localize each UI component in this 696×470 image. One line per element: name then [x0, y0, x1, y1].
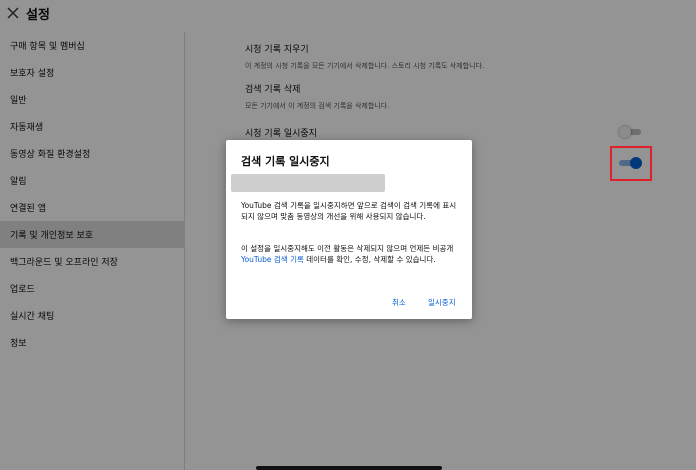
highlight-box [610, 146, 652, 181]
redacted-account-bar [231, 174, 385, 192]
home-indicator [256, 466, 442, 470]
search-history-link[interactable]: YouTube 검색 기록 [241, 255, 304, 264]
dialog-body-text-before: 이 설정을 일시중지해도 이전 활동은 삭제되지 않으며 언제든 비공개 [241, 244, 454, 253]
dialog-body-text-2: 이 설정을 일시중지해도 이전 활동은 삭제되지 않으며 언제든 비공개 You… [241, 243, 463, 265]
pause-search-history-dialog: 검색 기록 일시중지 YouTube 검색 기록을 일시중지하면 앞으로 검색이… [226, 140, 472, 319]
dialog-body-text-after: 데이터를 확인, 수정, 삭제할 수 있습니다. [303, 255, 436, 264]
dialog-title: 검색 기록 일시중지 [241, 155, 330, 168]
pause-button[interactable]: 일시중지 [428, 297, 456, 308]
dialog-body-text: YouTube 검색 기록을 일시중지하면 앞으로 검색이 검색 기록에 표시되… [241, 201, 457, 221]
cancel-button[interactable]: 취소 [392, 297, 406, 308]
